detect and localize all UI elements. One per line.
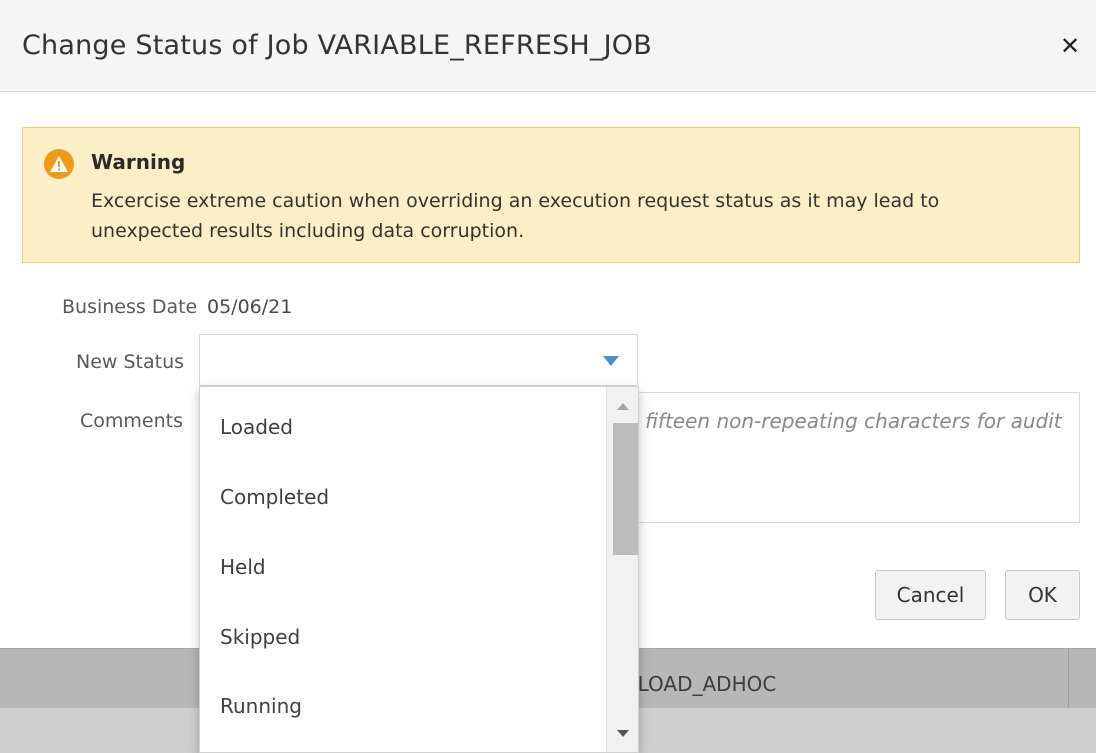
- status-dropdown-list: Loaded Completed Held Skipped Running: [199, 386, 639, 753]
- status-option-skipped[interactable]: Skipped: [200, 602, 605, 672]
- scroll-down-icon[interactable]: [617, 730, 629, 737]
- business-date-label: Business Date: [62, 296, 198, 318]
- scroll-thumb[interactable]: [613, 423, 638, 555]
- warning-banner: Warning Excercise extreme caution when o…: [22, 127, 1080, 263]
- comments-placeholder: fifteen non-repeating characters for aud…: [645, 409, 1062, 433]
- dialog-header: Change Status of Job VARIABLE_REFRESH_JO…: [0, 0, 1096, 92]
- background-column-divider: [1068, 648, 1069, 708]
- status-option-running[interactable]: Running: [200, 671, 605, 741]
- status-option-completed[interactable]: Completed: [200, 462, 605, 532]
- scroll-up-icon[interactable]: [617, 403, 629, 410]
- new-status-label: New Status: [76, 351, 185, 373]
- warning-icon: [44, 149, 74, 179]
- warning-title: Warning: [91, 150, 186, 174]
- dropdown-scrollbar[interactable]: [606, 387, 638, 752]
- ok-button[interactable]: OK: [1005, 570, 1080, 620]
- new-status-select[interactable]: [199, 334, 638, 386]
- warning-message: Excercise extreme caution when overridin…: [91, 190, 940, 242]
- close-icon[interactable]: ✕: [1056, 32, 1084, 60]
- business-date-value: 05/06/21: [207, 296, 293, 318]
- comments-label: Comments: [80, 410, 183, 432]
- status-option-loaded[interactable]: Loaded: [200, 392, 605, 462]
- cancel-button[interactable]: Cancel: [875, 570, 986, 620]
- status-option-held[interactable]: Held: [200, 532, 605, 602]
- dialog-title: Change Status of Job VARIABLE_REFRESH_JO…: [22, 30, 652, 61]
- chevron-down-icon[interactable]: [603, 356, 619, 366]
